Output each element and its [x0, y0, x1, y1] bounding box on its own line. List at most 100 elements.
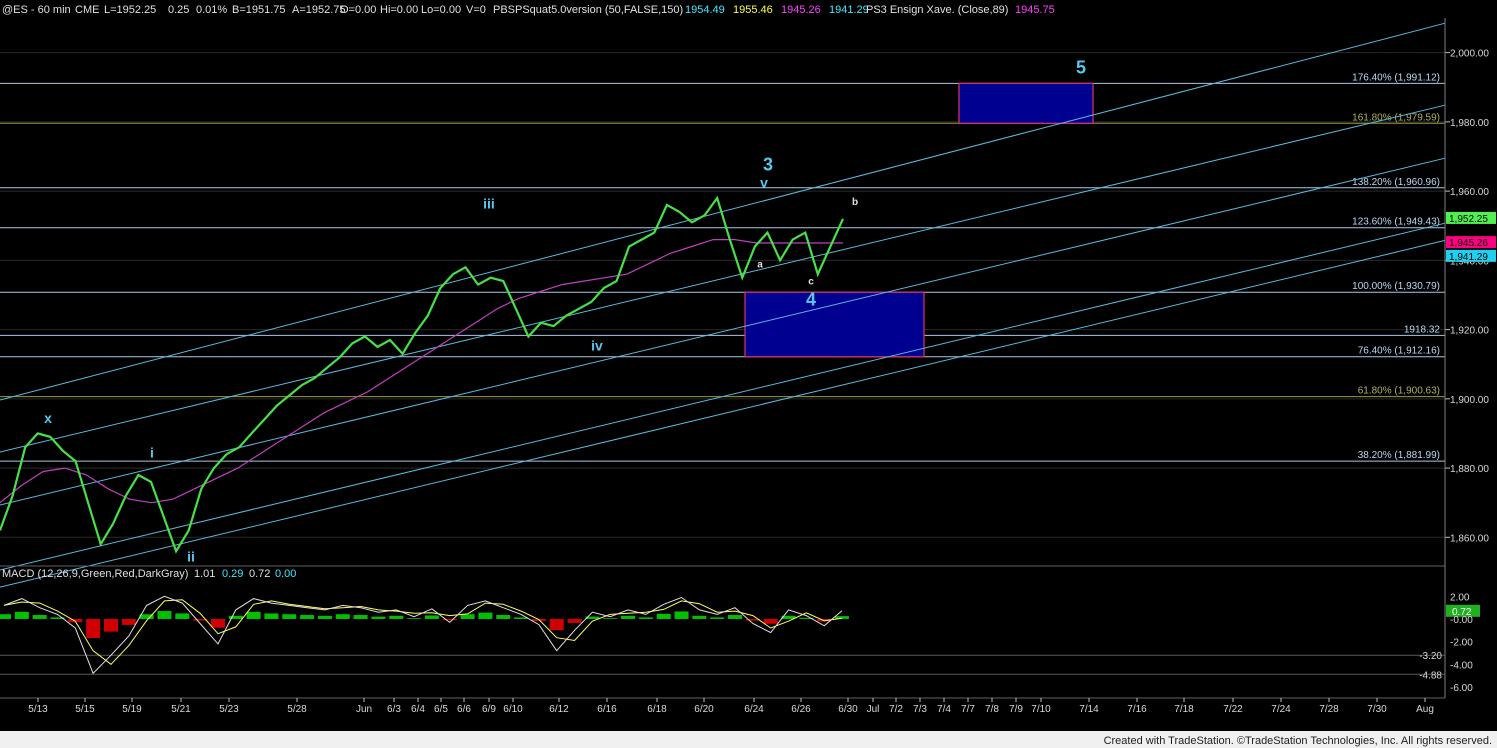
macd-histogram-bar: [175, 613, 190, 619]
macd-histogram-bar: [496, 615, 511, 619]
chart-canvas[interactable]: @ES - 60 min CME L=1952.25 0.25 0.01% B=…: [0, 0, 1497, 748]
wave-label-5: 5: [1076, 57, 1086, 77]
macd-histogram-bar: [86, 618, 101, 639]
macd-histogram-bar: [14, 611, 29, 619]
fib-level-label: 1918.32: [1404, 324, 1441, 335]
macd-axis-label: -2.00: [1450, 638, 1473, 649]
macd-axis-label: -0.00: [1450, 615, 1473, 626]
macd-value-2: 0.29: [222, 568, 243, 580]
chart-header: @ES - 60 min CME L=1952.25 0.25 0.01% B=…: [2, 4, 1055, 16]
macd-axis-label: -3.20: [1419, 651, 1442, 662]
time-axis-label: 5/28: [287, 704, 307, 715]
time-axis-label: 5/23: [219, 704, 239, 715]
wave-label-c: c: [808, 277, 814, 288]
macd-histogram-bar: [121, 618, 136, 625]
header-change-pct: 0.01%: [196, 4, 227, 16]
time-axis-label: 6/18: [647, 704, 667, 715]
header-high: Hi=0.00: [380, 4, 418, 16]
time-axis[interactable]: 5/13 5/15 5/19 5/21 5/23 5/28 Jun 6/3 6/4 6/5 6/6 6…: [28, 698, 1434, 715]
macd-histogram-bar: [0, 614, 11, 619]
macd-histogram-bar: [264, 613, 279, 619]
price-axis-label: 1,980.00: [1450, 118, 1489, 129]
time-axis-label: 6/9: [482, 704, 496, 715]
wave-5-target-box: [958, 82, 1094, 124]
macd-histogram-bar: [389, 615, 404, 619]
time-axis-label: 7/18: [1174, 704, 1194, 715]
price-series: [0, 195, 845, 554]
time-axis-label: 7/4: [937, 704, 951, 715]
header-change: 0.25: [168, 4, 189, 16]
price-axis-label: 1,960.00: [1450, 187, 1489, 198]
macd-histogram-bar: [549, 618, 564, 631]
time-axis-label: 7/14: [1079, 704, 1099, 715]
fib-level-label: 76.40% (1,912.16): [1358, 346, 1440, 357]
wave-label-v: v: [760, 175, 768, 191]
time-axis-label: 5/15: [75, 704, 95, 715]
macd-histogram-bar: [710, 617, 725, 619]
time-axis-label: Aug: [1416, 704, 1434, 715]
price-tag-label: 1,941.29: [1449, 252, 1488, 263]
header-study2: PS3 Ensign Xave. (Close,89): [866, 4, 1008, 16]
macd-value-3: 0.72: [249, 568, 270, 580]
macd-histogram-bar: [460, 614, 475, 619]
macd-histogram-bar: [32, 615, 47, 619]
time-axis-label: 7/30: [1367, 704, 1387, 715]
header-study1-value-4: 1941.29: [829, 4, 869, 16]
macd-histogram-bar: [246, 611, 261, 619]
price-tags: 1,952.25 1,945.26 1,941.29: [1446, 211, 1496, 263]
price-tag-label: 1,952.25: [1449, 214, 1488, 225]
macd-histogram-bar: [728, 615, 743, 619]
macd-histogram-bar: [157, 611, 172, 619]
macd-histogram-bar: [335, 614, 350, 619]
fib-level-label: 161.80% (1,979.59): [1352, 112, 1440, 123]
channel-lines: [0, 22, 1446, 588]
macd-axis-label: 2.00: [1450, 592, 1470, 603]
fib-levels: 176.40% (1,991.12) 161.80% (1,979.59) 138.…: [0, 72, 1445, 462]
fib-level-label: 38.20% (1,881.99): [1358, 450, 1440, 461]
time-axis-label: 6/4: [411, 704, 425, 715]
time-axis-label: 6/6: [457, 704, 471, 715]
macd-axis[interactable]: 2.000.72-0.00-2.00-3.20-4.00-4.88-6.00: [1419, 592, 1480, 694]
time-axis-label: Jul: [867, 704, 880, 715]
price-axis-label: 2,000.00: [1450, 49, 1489, 60]
macd-histogram-bar: [692, 615, 707, 619]
wave-label-i: i: [150, 445, 154, 461]
macd-value-1: 1.01: [194, 568, 215, 580]
time-axis-label: 5/21: [171, 704, 191, 715]
time-axis-label: 7/3: [913, 704, 927, 715]
time-axis-label: 7/9: [1009, 704, 1023, 715]
wave-label-iv: iv: [591, 337, 603, 353]
macd-histogram-bar: [478, 612, 493, 619]
price-axis-label: 1,900.00: [1450, 395, 1489, 406]
wave-label-x: x: [44, 410, 52, 426]
header-open: O=0.00: [340, 4, 376, 16]
macd-histogram-bar: [621, 615, 636, 619]
macd-histogram-bar: [603, 618, 618, 619]
header-study2-value: 1945.75: [1015, 4, 1055, 16]
fib-level-label: 61.80% (1,900.63): [1358, 386, 1440, 397]
time-axis-label: 7/16: [1127, 704, 1147, 715]
time-axis-label: 7/8: [985, 704, 999, 715]
macd-header: MACD (12,26,9,Green,Red,DarkGray) 1.01 0…: [2, 568, 296, 580]
macd-histogram-bar: [103, 618, 118, 632]
time-axis-label: 6/12: [549, 704, 569, 715]
price-axis-label: 1,880.00: [1450, 464, 1489, 475]
price-axis[interactable]: 2,000.001,980.001,960.001,940.001,920.00…: [1445, 49, 1489, 545]
time-axis-label: 5/19: [122, 704, 142, 715]
wave-label-4: 4: [806, 289, 816, 309]
time-axis-label: 7/22: [1223, 704, 1243, 715]
macd-histogram-bar: [656, 613, 671, 619]
time-axis-label: 7/10: [1031, 704, 1051, 715]
time-axis-label: 6/30: [838, 704, 858, 715]
wave-4-support-box: [744, 291, 925, 358]
header-study1-value-2: 1955.46: [733, 4, 773, 16]
header-study1-value-3: 1945.26: [781, 4, 821, 16]
macd-histogram-bar: [407, 618, 422, 619]
wave-label-3: 3: [763, 154, 773, 174]
time-axis-label: 6/20: [694, 704, 714, 715]
macd-label: MACD (12,26,9,Green,Red,DarkGray): [2, 568, 188, 580]
macd-value-4: 0.00: [275, 568, 296, 580]
header-ask: A=1952.75: [292, 4, 346, 16]
macd-signal-line: [3, 599, 843, 665]
macd-histogram-bar: [763, 618, 778, 624]
